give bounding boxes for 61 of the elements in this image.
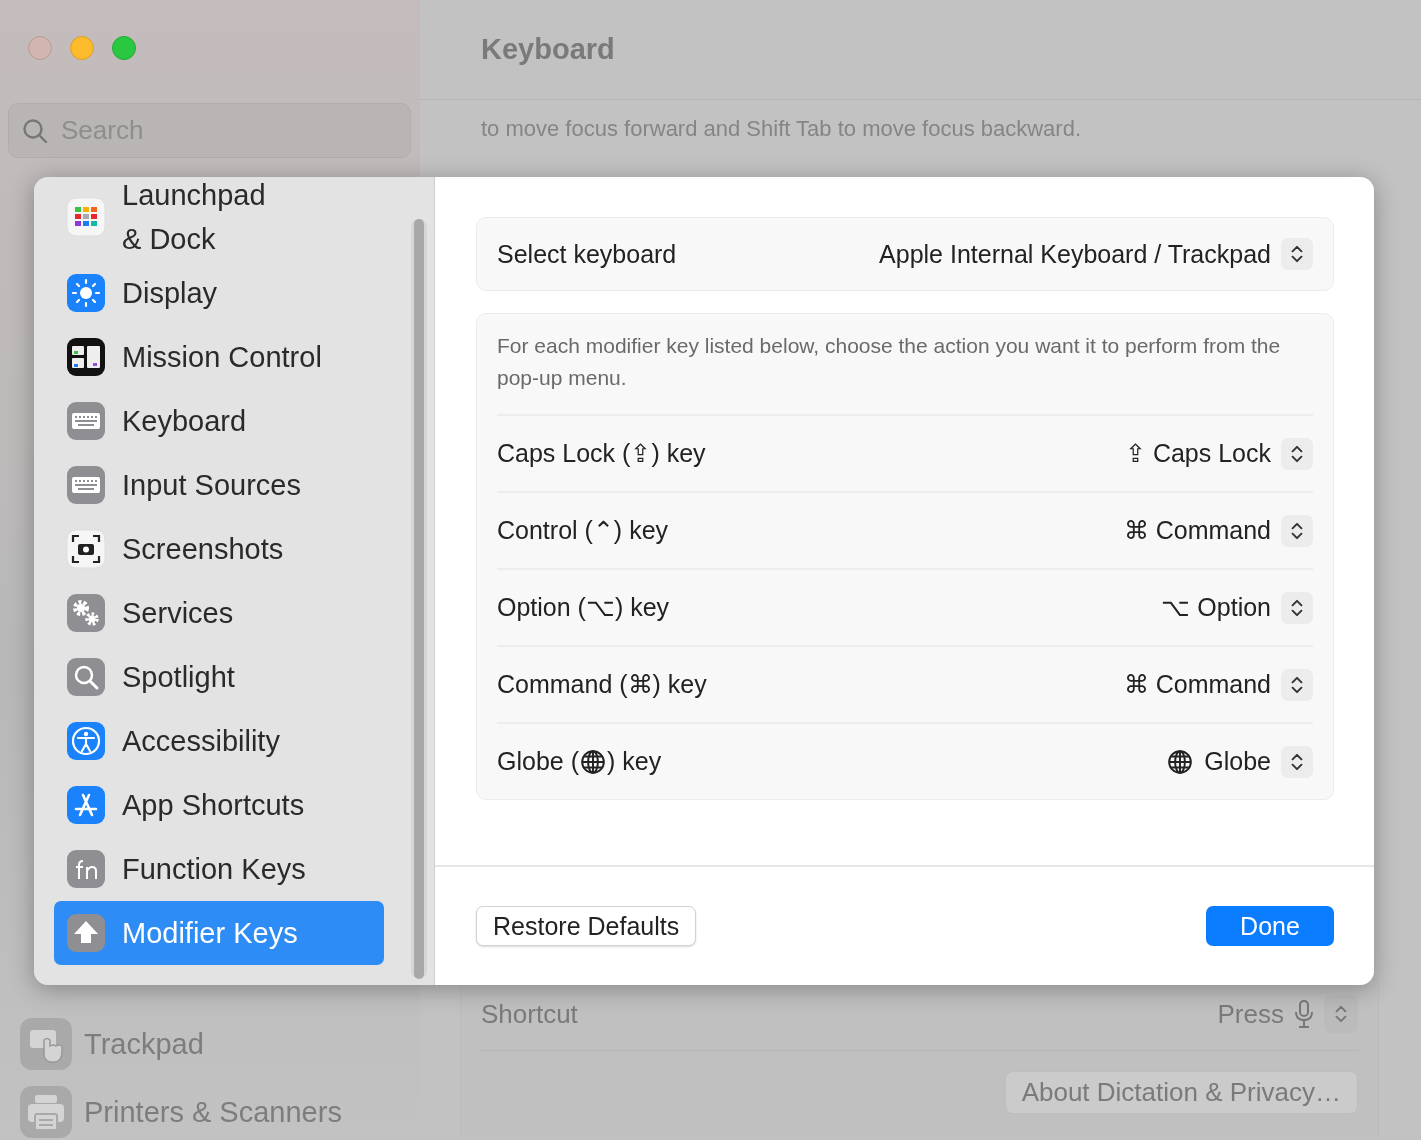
sidebar-item[interactable]: Display — [54, 261, 384, 325]
sidebar-item[interactable]: Function Keys — [54, 837, 384, 901]
stepper-button[interactable] — [1281, 514, 1313, 547]
popup-value[interactable]: ⌘ Command — [1123, 670, 1271, 699]
setting-label: Option (⌥) key — [497, 593, 670, 622]
scrollbar[interactable] — [411, 219, 427, 979]
sidebar-item[interactable]: Services — [54, 581, 384, 645]
keyboard-icon — [66, 401, 106, 441]
chevron-updown-icon — [1289, 597, 1305, 618]
gears-icon — [66, 593, 106, 633]
sidebar-item[interactable]: Launchpad & Dock — [54, 177, 384, 261]
sidebar-item[interactable]: Screenshots — [54, 517, 384, 581]
setting-label: Globe ( — [497, 747, 579, 776]
restore-defaults-button[interactable]: Restore Defaults — [476, 906, 697, 946]
sidebar-item[interactable]: App Shortcuts — [54, 773, 384, 837]
microphone-icon — [1294, 999, 1314, 1029]
description-text: to move focus forward and Shift Tab to move focus backward. — [480, 115, 1082, 142]
chevron-updown-icon — [1289, 751, 1305, 772]
keyboard-icon — [66, 465, 106, 505]
sidebar-item[interactable]: Mission Control — [54, 325, 384, 389]
sidebar-item[interactable]: Spotlight — [54, 645, 384, 709]
search-icon — [66, 657, 106, 697]
setting-label: Caps Lock (⇪) key — [497, 439, 706, 468]
trackpad-icon — [20, 1018, 72, 1070]
popup-value[interactable]: ⇪ Caps Lock — [1124, 439, 1271, 468]
popup-value[interactable]: Globe — [1204, 747, 1271, 776]
chevron-updown-icon — [1289, 520, 1305, 541]
stepper-button[interactable] — [1281, 238, 1313, 270]
chevron-updown-icon — [1289, 443, 1305, 464]
setting-label: Control (⌃) key — [497, 516, 669, 545]
globe-icon — [1167, 748, 1194, 775]
sidebar-item[interactable]: Keyboard — [54, 389, 384, 453]
chevron-updown-icon — [1289, 244, 1305, 264]
app-grid-icon — [66, 197, 106, 237]
setting-label: ) key — [607, 747, 662, 776]
setting-label: Select keyboard — [497, 239, 677, 269]
chevron-updown-icon — [1289, 674, 1305, 695]
windows-icon — [66, 337, 106, 377]
popup-value[interactable]: ⌥ Option — [1161, 593, 1271, 622]
stepper-button[interactable] — [1281, 591, 1313, 624]
window-title: Keyboard — [481, 33, 615, 66]
stepper-button[interactable] — [1281, 745, 1313, 778]
printer-icon — [20, 1086, 72, 1138]
sidebar-item[interactable]: Accessibility — [54, 709, 384, 773]
popup-value[interactable]: ⌘ Command — [1123, 516, 1271, 545]
sun-icon — [66, 273, 106, 313]
app-store-icon — [66, 785, 106, 825]
description-text: For each modifier key listed below, choose the action you want it to perform from the pop-up menu. — [497, 314, 1313, 416]
done-button[interactable]: Done — [1206, 906, 1334, 946]
stepper-button[interactable] — [1281, 668, 1313, 701]
camera-icon — [66, 529, 106, 569]
sidebar-item[interactable]: Input Sources — [54, 453, 384, 517]
function-key-icon — [66, 849, 106, 889]
setting-label: Command (⌘) key — [497, 670, 707, 699]
globe-icon — [580, 748, 606, 775]
accessibility-icon — [66, 721, 106, 761]
stepper-button[interactable] — [1281, 437, 1313, 470]
chevron-updown-icon — [1333, 1004, 1349, 1024]
popup-value[interactable]: Apple Internal Keyboard / Trackpad — [879, 239, 1271, 269]
setting-label: Shortcut — [481, 998, 579, 1030]
popup-value: Press — [1217, 998, 1284, 1030]
